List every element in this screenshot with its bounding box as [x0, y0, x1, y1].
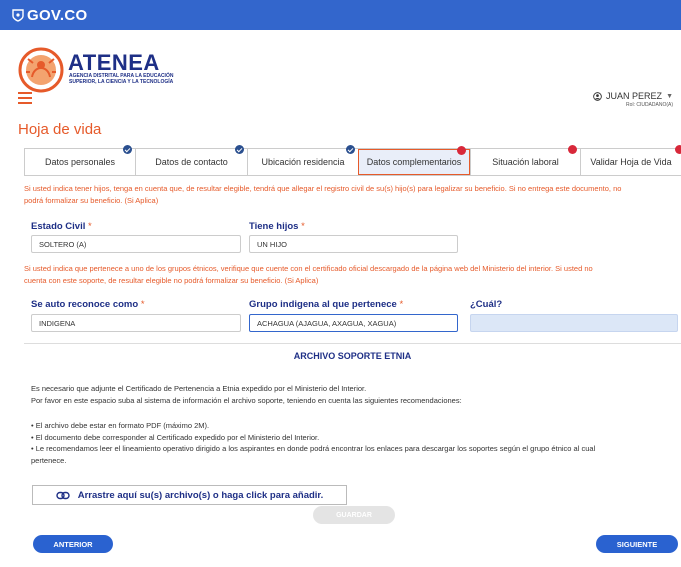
next-button[interactable]: SIGUIENTE — [596, 535, 678, 553]
gov-co-brand[interactable]: GOV.CO — [27, 7, 87, 24]
label-text: Se auto reconoce como — [31, 299, 139, 310]
tiene-hijos-select[interactable]: UN HIJO — [249, 235, 458, 253]
tab-datos-personales[interactable]: Datos personales — [24, 145, 135, 175]
label-text: Tiene hijos — [249, 221, 299, 232]
logo-subtitle-line-2: SUPERIOR, LA CIENCIA Y LA TECNOLOGÍA — [69, 79, 174, 85]
tab-validar-hoja-de-vida[interactable]: Validar Hoja de Vida — [580, 145, 681, 175]
tab-ubicacion-residencia[interactable]: Ubicación residencia — [247, 145, 358, 175]
intro-line: Por favor en este espacio suba al sistem… — [31, 395, 462, 405]
required-mark: * — [399, 299, 404, 310]
list-item: • El documento debe corresponder al Cert… — [31, 432, 320, 442]
list-item-continuation: pertenece. — [31, 455, 67, 465]
warning-line: podrá formalizar su beneficio. (Si Aplic… — [24, 196, 159, 205]
auto-reconoce-select[interactable]: INDIGENA — [31, 314, 241, 332]
dropzone-label: Arrastre aquí su(s) archivo(s) o haga cl… — [77, 489, 324, 501]
pending-dot-icon — [675, 145, 681, 154]
estado-civil-select[interactable]: SOLTERO (A) — [31, 235, 241, 253]
grupo-indigena-label: Grupo indigena al que pertenece * — [249, 299, 403, 310]
check-icon — [123, 145, 132, 154]
shield-icon — [12, 8, 24, 22]
soporte-recommendations: • El archivo debe estar en formato PDF (… — [31, 420, 671, 466]
intro-line: Es necesario que adjunte el Certificado … — [31, 384, 367, 393]
tab-label: Datos complementarios — [366, 157, 462, 167]
gov-co-bar: GOV.CO — [0, 0, 681, 30]
user-role: Rol: CIUDADANO(A) — [626, 102, 673, 108]
required-mark: * — [88, 221, 92, 232]
atenea-logo-icon[interactable] — [18, 47, 64, 93]
link-icon — [56, 491, 70, 499]
pending-dot-icon — [568, 145, 577, 154]
check-icon — [346, 145, 355, 154]
file-dropzone[interactable]: Arrastre aquí su(s) archivo(s) o haga cl… — [32, 485, 347, 505]
tab-label: Datos de contacto — [155, 157, 228, 167]
tab-label: Validar Hoja de Vida — [590, 157, 672, 167]
archivo-soporte-title: ARCHIVO SOPORTE ETNIA — [293, 351, 412, 361]
chevron-down-icon[interactable]: ▼ — [666, 93, 673, 100]
grupo-indigena-select[interactable]: ACHAGUA (AJAGUA, AXAGUA, XAGUA) — [249, 314, 458, 332]
pending-dot-icon — [457, 146, 466, 155]
estado-civil-label: Estado Civil * — [31, 221, 92, 232]
label-text: Grupo indigena al que pertenece — [249, 299, 397, 310]
warning-line: Si usted indica tener hijos, tenga en cu… — [24, 184, 622, 193]
soporte-intro: Es necesario que adjunte el Certificado … — [31, 383, 671, 406]
required-mark: * — [140, 299, 145, 310]
warning-line: Si usted indica que pertenece a uno de l… — [24, 264, 593, 273]
user-avatar-icon — [593, 91, 602, 101]
page-title: Hoja de vida — [18, 121, 102, 138]
check-icon — [235, 145, 244, 154]
tab-label: Situación laboral — [492, 157, 559, 167]
tab-situacion-laboral[interactable]: Situación laboral — [470, 145, 580, 175]
list-item: • El archivo debe estar en formato PDF (… — [31, 421, 210, 430]
cual-input[interactable] — [470, 314, 678, 332]
label-text: Estado Civil — [31, 221, 86, 232]
warning-line: cuenta con este soporte, de resultar ele… — [24, 276, 319, 285]
user-name[interactable]: JUAN PEREZ — [606, 91, 662, 101]
ethnic-warning: Si usted indica que pertenece a uno de l… — [24, 263, 676, 287]
user-menu[interactable]: JUAN PEREZ ▼ Rol: CIUDADANO(A) — [593, 91, 673, 108]
children-warning: Si usted indica tener hijos, tenga en cu… — [24, 183, 676, 207]
save-button[interactable]: GUARDAR — [313, 506, 395, 524]
tiene-hijos-label: Tiene hijos * — [249, 221, 305, 232]
tab-datos-complementarios[interactable]: Datos complementarios — [358, 146, 470, 175]
logo-subtitle: AGENCIA DISTRITAL PARA LA EDUCACIÓN SUPE… — [69, 73, 179, 85]
profile-tabs: Datos personales Datos de contacto Ubica… — [24, 145, 681, 176]
tab-label: Datos personales — [44, 157, 116, 167]
required-mark: * — [301, 221, 305, 232]
section-divider — [24, 343, 681, 344]
tab-datos-contacto[interactable]: Datos de contacto — [135, 145, 247, 175]
tab-label: Ubicación residencia — [261, 157, 345, 167]
hamburger-menu-icon[interactable] — [18, 92, 32, 104]
list-item: • Le recomendamos leer el lineamiento op… — [31, 444, 596, 453]
cual-label: ¿Cuál? — [470, 299, 502, 310]
auto-reconoce-label: Se auto reconoce como * — [31, 299, 145, 310]
label-text: ¿Cuál? — [470, 299, 503, 310]
previous-button[interactable]: ANTERIOR — [33, 535, 113, 553]
